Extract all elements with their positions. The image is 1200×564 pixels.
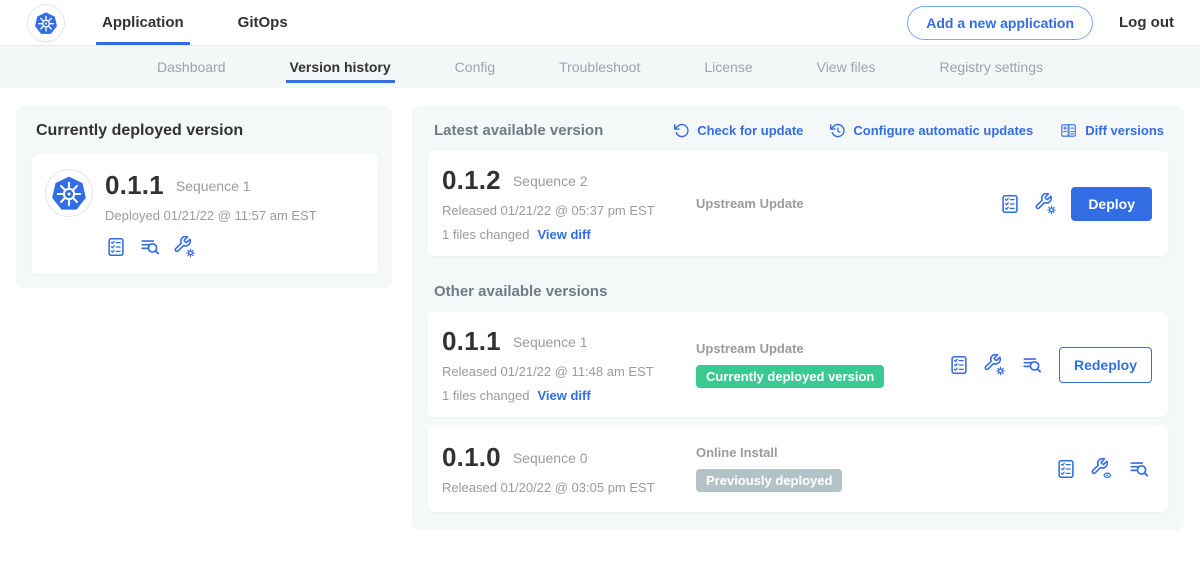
main-content: Currently deployed version 0.1.1 Sequenc… <box>0 88 1200 530</box>
deploy-logs-icon[interactable] <box>1127 458 1152 480</box>
released-timestamp: Released 01/21/22 @ 11:48 am EST <box>442 364 696 379</box>
files-changed-label: 1 files changed <box>442 227 529 242</box>
subnav-license[interactable]: License <box>700 46 756 83</box>
check-for-update-link[interactable]: Check for update <box>673 122 803 139</box>
kubernetes-logo-icon <box>28 5 64 41</box>
preflight-checks-icon[interactable] <box>105 236 127 258</box>
preflight-checks-icon[interactable] <box>999 193 1021 215</box>
available-versions-panel: Latest available version Check for updat… <box>412 106 1184 530</box>
deployed-version-number: 0.1.1 <box>105 170 164 201</box>
edit-config-icon[interactable] <box>174 236 196 258</box>
configure-automatic-updates-label: Configure automatic updates <box>853 123 1033 138</box>
diff-versions-icon <box>1059 122 1078 139</box>
view-diff-link[interactable]: View diff <box>537 388 590 403</box>
view-diff-link[interactable]: View diff <box>537 227 590 242</box>
subnav-registry-settings[interactable]: Registry settings <box>936 46 1047 83</box>
deploy-logs-icon[interactable] <box>138 236 163 258</box>
deployed-version-card: 0.1.1 Sequence 1 Deployed 01/21/22 @ 11:… <box>32 154 378 274</box>
app-header: Application GitOps Add a new application… <box>0 0 1200 46</box>
latest-available-title: Latest available version <box>434 122 603 139</box>
edit-config-icon[interactable] <box>1035 193 1057 215</box>
version-number: 0.1.1 <box>442 326 501 357</box>
diff-versions-link[interactable]: Diff versions <box>1059 122 1164 139</box>
deployed-sequence-label: Sequence 1 <box>176 178 251 194</box>
app-subnav: Dashboard Version history Config Trouble… <box>0 46 1200 88</box>
files-changed-label: 1 files changed <box>442 388 529 403</box>
preflight-checks-icon[interactable] <box>1055 458 1077 480</box>
diff-versions-label: Diff versions <box>1085 123 1164 138</box>
preflight-checks-icon[interactable] <box>948 354 970 376</box>
view-config-icon[interactable] <box>1091 458 1113 480</box>
app-kubernetes-icon <box>46 170 92 216</box>
subnav-dashboard[interactable]: Dashboard <box>153 46 230 83</box>
version-source-label: Upstream Update <box>696 341 948 356</box>
currently-deployed-title: Currently deployed version <box>32 122 378 140</box>
version-source-label: Upstream Update <box>696 196 999 211</box>
previously-deployed-badge: Previously deployed <box>696 469 842 492</box>
version-row-0-1-2: 0.1.2 Sequence 2 Released 01/21/22 @ 05:… <box>428 151 1168 256</box>
configure-automatic-updates-link[interactable]: Configure automatic updates <box>829 122 1033 139</box>
tab-gitops[interactable]: GitOps <box>232 0 294 45</box>
version-number: 0.1.0 <box>442 442 501 473</box>
deployed-timestamp: Deployed 01/21/22 @ 11:57 am EST <box>105 208 317 223</box>
version-row-0-1-0: 0.1.0 Sequence 0 Released 01/20/22 @ 03:… <box>428 425 1168 512</box>
header-tabs: Application GitOps <box>96 0 294 45</box>
released-timestamp: Released 01/20/22 @ 03:05 pm EST <box>442 480 696 495</box>
add-application-button[interactable]: Add a new application <box>907 6 1093 40</box>
edit-config-icon[interactable] <box>984 354 1006 376</box>
other-available-title: Other available versions <box>434 283 1168 300</box>
currently-deployed-panel: Currently deployed version 0.1.1 Sequenc… <box>16 106 392 288</box>
sequence-label: Sequence 1 <box>513 334 588 350</box>
subnav-view-files[interactable]: View files <box>813 46 880 83</box>
sequence-label: Sequence 2 <box>513 173 588 189</box>
version-source-label: Online Install <box>696 445 1055 460</box>
redeploy-button[interactable]: Redeploy <box>1059 347 1152 383</box>
sequence-label: Sequence 0 <box>513 450 588 466</box>
subnav-version-history[interactable]: Version history <box>286 46 395 83</box>
logout-button[interactable]: Log out <box>1119 14 1174 31</box>
tab-application[interactable]: Application <box>96 0 190 45</box>
deploy-logs-icon[interactable] <box>1020 354 1045 376</box>
subnav-troubleshoot[interactable]: Troubleshoot <box>555 46 644 83</box>
currently-deployed-badge: Currently deployed version <box>696 365 884 388</box>
released-timestamp: Released 01/21/22 @ 05:37 pm EST <box>442 203 696 218</box>
refresh-icon <box>673 122 690 139</box>
update-schedule-icon <box>829 122 846 139</box>
subnav-config[interactable]: Config <box>451 46 499 83</box>
version-row-0-1-1: 0.1.1 Sequence 1 Released 01/21/22 @ 11:… <box>428 312 1168 417</box>
deploy-button[interactable]: Deploy <box>1071 187 1152 221</box>
check-for-update-label: Check for update <box>697 123 803 138</box>
version-number: 0.1.2 <box>442 165 501 196</box>
